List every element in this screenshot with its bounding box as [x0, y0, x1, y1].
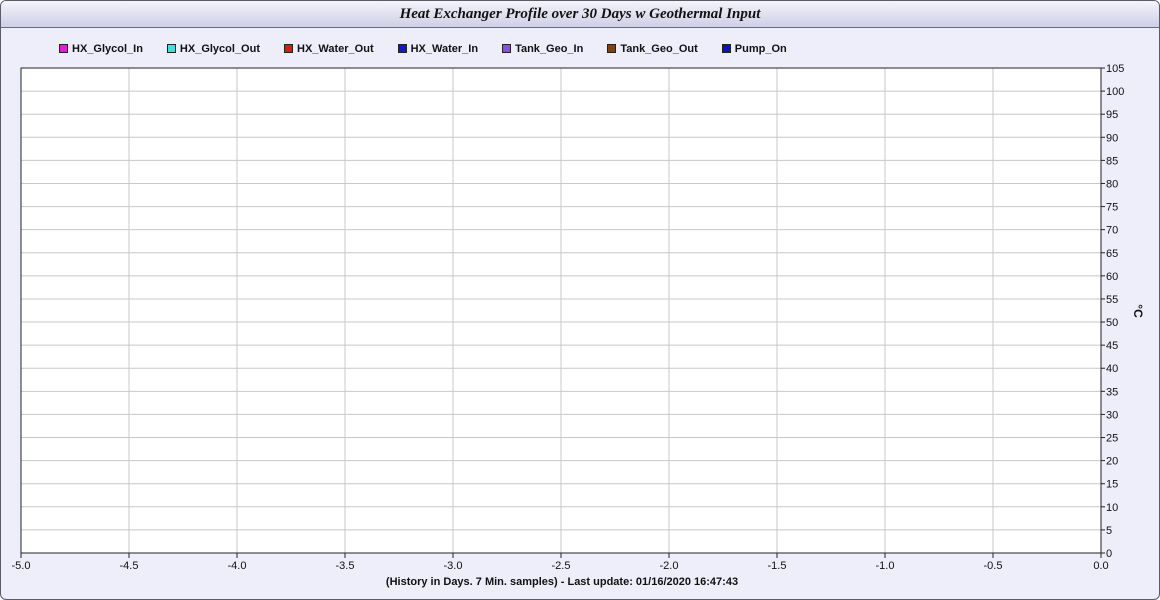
y-tick-label: 35 [1106, 386, 1118, 398]
y-tick-label: 80 [1106, 178, 1118, 190]
y-tick-label: 25 [1106, 433, 1118, 445]
y-tick-label: 40 [1106, 363, 1118, 375]
x-tick-label: -3.5 [336, 560, 355, 572]
y-tick-label: 75 [1106, 202, 1118, 214]
y-tick-label: 50 [1106, 317, 1118, 329]
y-tick-label: 65 [1106, 248, 1118, 260]
y-tick-label: 5 [1106, 525, 1112, 537]
y-tick-label: 0 [1106, 548, 1112, 560]
x-tick-label: -5.0 [12, 560, 31, 572]
y-tick-label: 45 [1106, 340, 1118, 352]
x-tick-label: -0.5 [984, 560, 1003, 572]
y-tick-label: 20 [1106, 456, 1118, 468]
x-tick-label: 0.0 [1093, 560, 1108, 572]
x-axis-label: (History in Days. 7 Min. samples) - Last… [386, 576, 738, 588]
y-tick-label: 55 [1106, 294, 1118, 306]
x-tick-label: -2.5 [552, 560, 571, 572]
x-tick-label: -4.0 [228, 560, 247, 572]
y-tick-label: 60 [1106, 271, 1118, 283]
x-tick-label: -1.5 [768, 560, 787, 572]
y-tick-label: 30 [1106, 409, 1118, 421]
x-tick-label: -2.0 [660, 560, 679, 572]
x-tick-label: -3.0 [444, 560, 463, 572]
y-tick-label: 70 [1106, 225, 1118, 237]
y-tick-label: 85 [1106, 155, 1118, 167]
y-tick-label: 10 [1106, 502, 1118, 514]
y-tick-label: 95 [1106, 109, 1118, 121]
x-tick-label: -1.0 [876, 560, 895, 572]
y-tick-label: 100 [1106, 86, 1124, 98]
y-tick-label: 105 [1106, 63, 1124, 75]
chart-plot: -5.0 -4.5 -4.0 -3.5 -3.0 -2.5 -2.0 -1.5 -1.0 -0.5… [12, 63, 1145, 588]
x-tick-label: -4.5 [120, 560, 139, 572]
y-tick-label: 15 [1106, 479, 1118, 491]
y-axis-label: °C [1131, 304, 1145, 318]
y-tick-label: 90 [1106, 132, 1118, 144]
